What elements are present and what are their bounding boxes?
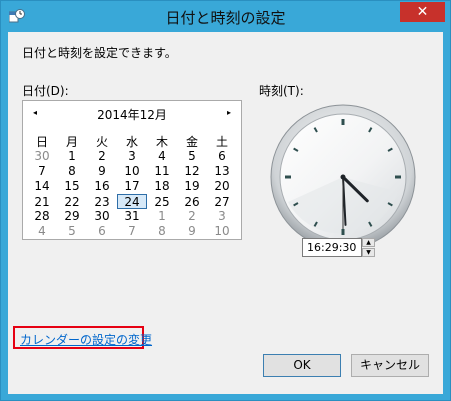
time-picker[interactable]: 16:29:30 ▲ ▼ — [302, 238, 375, 257]
calendar-day[interactable]: 12 — [177, 164, 207, 179]
date-label: 日付(D): — [22, 84, 69, 98]
weekday-fri: 金 — [185, 135, 198, 149]
calendar-day[interactable]: 30 — [87, 209, 117, 224]
calendar-day[interactable]: 28 — [27, 209, 57, 224]
highlight-box: カレンダーの設定の変更 — [13, 326, 152, 349]
weekday-wed: 水 — [125, 135, 138, 149]
dialog-window: 日付と時刻の設定 ✕ 日付と時刻を設定できます。 日付(D): 時刻(T): ◂… — [0, 0, 451, 401]
calendar-week: 30 1 2 3 4 5 6 — [27, 149, 237, 164]
weekday-sun: 日 — [35, 135, 48, 149]
close-icon: ✕ — [416, 4, 429, 20]
weekday-tue: 火 — [95, 135, 108, 149]
dialog-content: 日付と時刻を設定できます。 日付(D): 時刻(T): ◂ 2014年12月 ▸… — [8, 32, 443, 394]
weekday-sat: 土 — [215, 135, 228, 149]
calendar-month-title[interactable]: 2014年12月 — [48, 106, 216, 123]
close-button[interactable]: ✕ — [400, 2, 445, 22]
calendar-day[interactable]: 8 — [57, 164, 87, 179]
calendar-day[interactable]: 23 — [87, 195, 117, 210]
calendar-day[interactable]: 4 — [147, 149, 177, 164]
weekday-thu: 木 — [155, 135, 168, 149]
calendar-day[interactable]: 6 — [87, 224, 117, 239]
ok-button[interactable]: OK — [263, 354, 341, 377]
calendar-day[interactable]: 17 — [117, 179, 147, 194]
analog-clock — [270, 104, 416, 250]
calendar-day[interactable]: 13 — [207, 164, 237, 179]
calendar-day-grid: 30 1 2 3 4 5 6 7 8 9 10 11 12 13 14 15 16 17 18 19 20 21 22… — [27, 149, 237, 239]
calendar-day[interactable]: 29 — [57, 209, 87, 224]
title-bar[interactable]: 日付と時刻の設定 ✕ — [1, 1, 450, 32]
next-month-icon[interactable]: ▸ — [222, 106, 236, 120]
calendar-day[interactable]: 5 — [57, 224, 87, 239]
calendar-day[interactable]: 4 — [27, 224, 57, 239]
change-calendar-settings-link[interactable]: カレンダーの設定の変更 — [20, 331, 152, 348]
cancel-button[interactable]: キャンセル — [351, 354, 429, 377]
spin-up-icon[interactable]: ▲ — [362, 238, 375, 247]
weekday-header: 日月火水木金土 — [27, 133, 237, 150]
calendar-day[interactable]: 7 — [27, 164, 57, 179]
calendar-day[interactable]: 6 — [207, 149, 237, 164]
calendar-day[interactable]: 2 — [177, 209, 207, 224]
calendar-day[interactable]: 14 — [27, 179, 57, 194]
calendar-day[interactable]: 3 — [117, 149, 147, 164]
calendar-day[interactable]: 9 — [87, 164, 117, 179]
calendar-week: 28 29 30 31 1 2 3 — [27, 209, 237, 224]
time-input[interactable]: 16:29:30 — [302, 238, 362, 257]
weekday-mon: 月 — [65, 135, 78, 149]
calendar-day[interactable]: 31 — [117, 209, 147, 224]
previous-month-icon[interactable]: ◂ — [28, 106, 42, 120]
calendar-day[interactable]: 26 — [177, 195, 207, 210]
calendar-week: 21 22 23 24 25 26 27 — [27, 194, 237, 209]
calendar-day[interactable]: 5 — [177, 149, 207, 164]
calendar-week: 14 15 16 17 18 19 20 — [27, 179, 237, 194]
calendar-day[interactable]: 1 — [57, 149, 87, 164]
calendar-day[interactable]: 16 — [87, 179, 117, 194]
calendar-day[interactable]: 1 — [147, 209, 177, 224]
calendar-day[interactable]: 25 — [147, 195, 177, 210]
spin-down-icon[interactable]: ▼ — [362, 248, 375, 257]
month-calendar[interactable]: ◂ 2014年12月 ▸ 日月火水木金土 30 1 2 3 4 5 6 7 8 9 10 11 12 1… — [22, 100, 242, 240]
description-text: 日付と時刻を設定できます。 — [22, 46, 177, 60]
calendar-day[interactable]: 21 — [27, 195, 57, 210]
calendar-day[interactable]: 11 — [147, 164, 177, 179]
calendar-day[interactable]: 10 — [117, 164, 147, 179]
calendar-week: 7 8 9 10 11 12 13 — [27, 164, 237, 179]
calendar-day[interactable]: 15 — [57, 179, 87, 194]
calendar-day[interactable]: 27 — [207, 195, 237, 210]
calendar-day[interactable]: 30 — [27, 149, 57, 164]
calendar-day[interactable]: 19 — [177, 179, 207, 194]
clock-center-pin — [340, 174, 346, 180]
calendar-day[interactable]: 18 — [147, 179, 177, 194]
calendar-day[interactable]: 8 — [147, 224, 177, 239]
time-label: 時刻(T): — [259, 84, 304, 98]
calendar-week: 4 5 6 7 8 9 10 — [27, 224, 237, 239]
calendar-day[interactable]: 20 — [207, 179, 237, 194]
calendar-day-selected[interactable]: 24 — [117, 194, 147, 209]
calendar-day[interactable]: 3 — [207, 209, 237, 224]
window-title: 日付と時刻の設定 — [165, 9, 286, 27]
calendar-day[interactable]: 7 — [117, 224, 147, 239]
calendar-day[interactable]: 22 — [57, 195, 87, 210]
calendar-day[interactable]: 2 — [87, 149, 117, 164]
calendar-day[interactable]: 9 — [177, 224, 207, 239]
calendar-day[interactable]: 10 — [207, 224, 237, 239]
